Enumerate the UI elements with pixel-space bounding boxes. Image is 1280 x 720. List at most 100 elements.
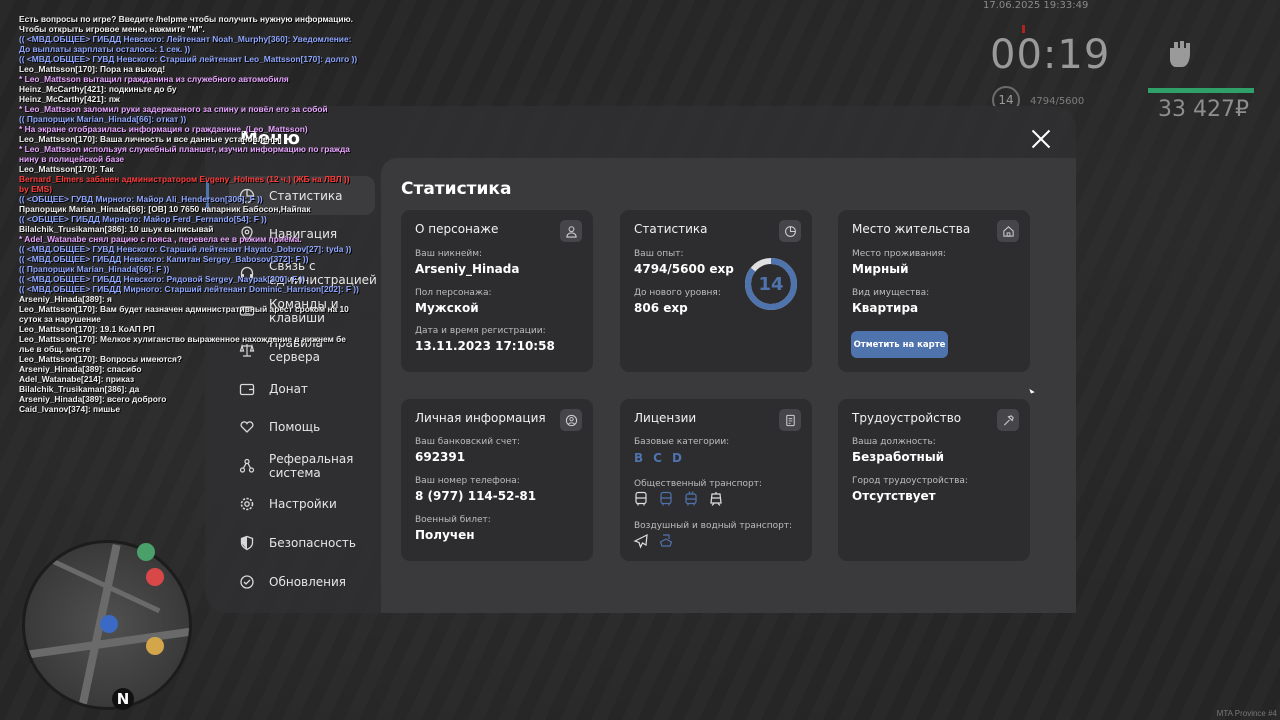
sidebar-item-label: Безопасность <box>269 536 356 551</box>
bank-label: Ваш банковский счет: <box>415 437 521 447</box>
boat-icon <box>659 534 673 547</box>
chat-line: Leo_Mattsson[170]: Пора на выход! <box>19 64 166 74</box>
next-level-label: До нового уровня: <box>634 288 721 298</box>
chat-log: Есть вопросы по игре? Введите /helpme чт… <box>19 14 359 414</box>
exp-value: 4794/5600 exp <box>634 262 734 276</box>
air-water-label: Воздушный и водный транспорт: <box>634 521 793 531</box>
user-icon <box>560 220 582 242</box>
gear-icon <box>240 498 254 511</box>
fist-icon <box>1170 41 1190 67</box>
chat-line: Leo_Mattsson[170]: Так <box>19 164 114 174</box>
card-employment: Трудоустройство Ваша должность: Безработ… <box>838 399 1030 561</box>
property-type-value: Квартира <box>852 301 919 315</box>
chat-line: (( Прапорщик Marian_Hinada[66]: F )) <box>19 264 170 274</box>
chat-line: Чтобы открыть игровое меню, нажмите "M". <box>19 24 205 34</box>
chat-line: * Leo_Mattsson вытащил гражданина из слу… <box>19 74 289 84</box>
card-title: Трудоустройство <box>852 411 962 425</box>
chat-line: (( <МВД.ОБЩЕЕ> ГИБДД Невского: Рядовой S… <box>19 274 306 284</box>
chat-line: суток за нарушение <box>19 314 101 324</box>
base-categories-label: Базовые категории: <box>634 437 730 447</box>
phone-value: 8 (977) 114-52-81 <box>415 489 537 503</box>
military-value: Получен <box>415 528 475 542</box>
registration-label: Дата и время регистрации: <box>415 326 546 336</box>
public-transport-icons <box>633 491 724 507</box>
chat-line: Leo_Mattsson[170]: Ваша личность и все д… <box>19 134 280 144</box>
chat-line: Leo_Mattsson[170]: Вопросы имеются? <box>19 354 183 364</box>
phone-label: Ваш номер телефона: <box>415 476 520 486</box>
mark-on-map-button[interactable]: Отметить на карте <box>851 331 948 358</box>
chat-line: * Leo_Mattsson используя служебный планш… <box>19 144 350 154</box>
chat-line: Bilalchik_Trusikaman[386]: да <box>19 384 140 394</box>
chat-line: (( <ОБЩЕЕ> ГУВД Мирного: Майор Ali_Hende… <box>19 194 263 204</box>
page-title: Статистика <box>401 179 512 199</box>
close-button[interactable] <box>1030 128 1052 150</box>
chat-line: Bernard_Elmers забанен администратором E… <box>19 174 350 184</box>
sidebar-item-security[interactable]: Безопасность <box>229 524 375 563</box>
hud-money: 33 427₽ <box>1158 97 1249 122</box>
license-category: B <box>634 451 644 465</box>
shield-icon <box>240 535 254 551</box>
chat-line: (( <МВД.ОБЩЕЕ> ГИБДД Невского: Лейтенант… <box>19 34 352 44</box>
sidebar-item-settings[interactable]: Настройки <box>229 485 375 524</box>
chat-line: * На экране отобразилась информация о гр… <box>19 124 308 134</box>
gender-value: Мужской <box>415 301 479 315</box>
chat-line: Caid_Ivanov[374]: пишье <box>19 404 120 414</box>
license-category: C <box>653 451 662 465</box>
chat-line: До выплаты зарплаты осталось: 1 сек. )) <box>19 44 191 54</box>
place-value: Мирный <box>852 262 909 276</box>
chat-line: (( <ОБЩЕЕ> ГИБДД Мирного: Майор Ferd_Fer… <box>19 214 267 224</box>
chat-line: Arseniy_Hinada[389]: я <box>19 294 112 304</box>
position-label: Ваша должность: <box>852 437 936 447</box>
sidebar-item-label: Обновления <box>269 574 347 589</box>
chat-line: (( Прапорщик Marian_Hinada[66]: откат )) <box>19 114 187 124</box>
chat-line: Heinz_McCarthy[421]: подкиньте до бу <box>19 84 177 94</box>
server-watermark: MTA Province #4 <box>1216 709 1277 718</box>
card-experience: Статистика Ваш опыт: 4794/5600 exp До но… <box>620 210 812 372</box>
public-transport-label: Общественный транспорт: <box>634 479 762 489</box>
chat-line: * Adel_Watanabe снял рацию с пояса , пер… <box>19 234 302 244</box>
bus-icon <box>635 491 647 506</box>
gamepad-blip-icon <box>146 637 164 655</box>
trolleybus-icon <box>685 491 697 506</box>
plane-icon <box>633 533 648 549</box>
card-character: О персонаже Ваш никнейм: Arseniy_Hinada … <box>401 210 593 372</box>
pie-chart-icon <box>779 220 801 242</box>
card-personal: Личная информация Ваш банковский счет: 6… <box>401 399 593 561</box>
position-value: Безработный <box>852 450 945 464</box>
exp-label: Ваш опыт: <box>634 249 684 259</box>
card-title: О персонаже <box>415 222 499 236</box>
hud-datetime: 17.06.2025 19:33:49 <box>983 0 1089 11</box>
sidebar-item-updates[interactable]: Обновления <box>229 562 375 601</box>
sidebar-item-label: Настройки <box>269 497 337 512</box>
air-water-icons <box>633 533 674 549</box>
property-type-label: Вид имущества: <box>852 288 930 298</box>
map-north-indicator: N <box>112 688 134 710</box>
chat-line: Прапорщик Marian_Hinada[66]: [ОВ] 10 765… <box>19 204 311 214</box>
chat-line: нину в полицейской базе <box>19 154 125 164</box>
chat-line: Heinz_McCarthy[421]: пж <box>19 94 120 104</box>
hud-clock: 00:19 <box>990 32 1111 78</box>
sidebar-item-referral[interactable]: Реферальная система <box>229 447 375 486</box>
nickname-value: Arseniy_Hinada <box>415 262 520 276</box>
chat-line: (( <МВД.ОБЩЕЕ> ГИБДД Невского: Капитан S… <box>19 254 309 264</box>
hud-health-bar <box>1148 88 1254 93</box>
employment-city-label: Город трудоустройства: <box>852 476 968 486</box>
tram-icon <box>710 492 722 506</box>
chat-line: Leo_Mattsson[170]: Мелкое хулиганство вы… <box>19 334 346 344</box>
card-title: Место жительства <box>852 222 971 236</box>
bank-value: 692391 <box>415 450 466 464</box>
hospital-blip-icon <box>146 568 164 586</box>
chat-line: лье в общ. месте <box>19 344 91 354</box>
user-circle-icon <box>560 409 582 431</box>
card-licenses: Лицензии Базовые категории: B C D Общест… <box>620 399 812 561</box>
home-icon <box>997 220 1019 242</box>
place-label: Место проживания: <box>852 249 946 259</box>
sidebar-item-label: Реферальная система <box>269 451 354 480</box>
next-level-value: 806 exp <box>634 301 688 315</box>
chat-line: Leo_Mattsson[170]: Вам будет назначен ад… <box>19 304 349 314</box>
chat-line: Leo_Mattsson[170]: 19.1 КоАП РП <box>19 324 155 334</box>
chat-line: (( <МВД.ОБЩЕЕ> ГИБДД Мирного: Старший ле… <box>19 284 359 294</box>
gender-label: Пол персонажа: <box>415 288 492 298</box>
employment-city-value: Отсутствует <box>852 489 936 503</box>
chat-line: Adel_Watanabe[214]: приказ <box>19 374 135 384</box>
